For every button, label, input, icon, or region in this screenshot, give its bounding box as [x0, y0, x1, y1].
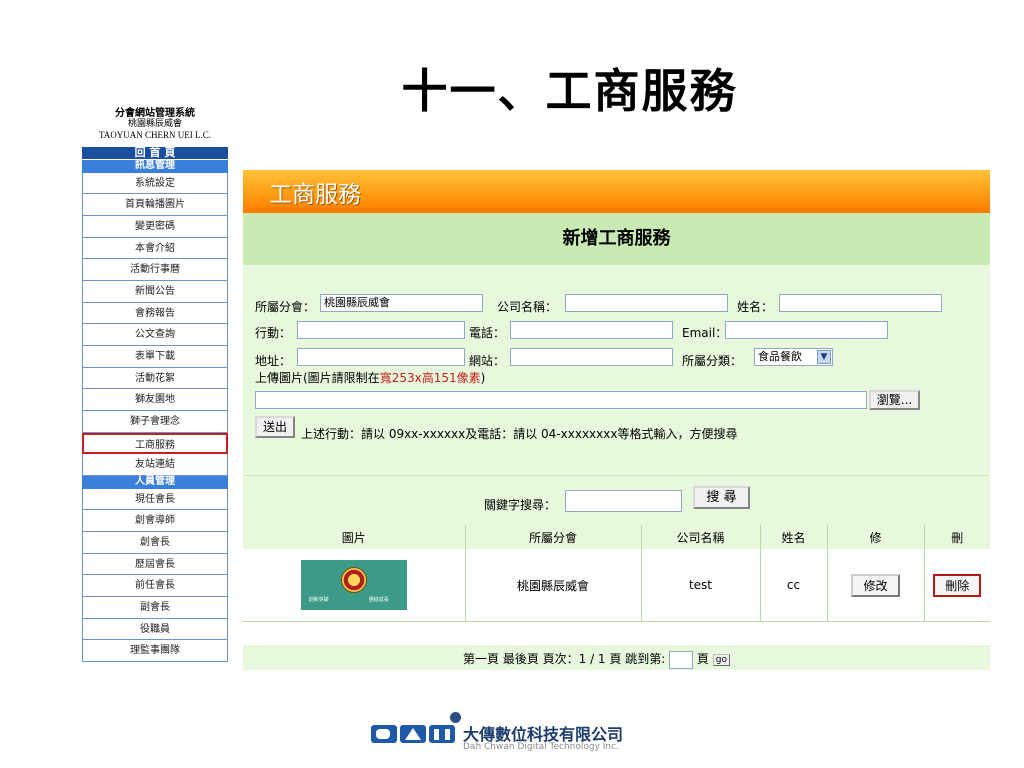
pager-text: 第一頁 最後頁 頁次：1 / 1 頁 跳到第:: [463, 652, 666, 666]
sidebar-item-reports[interactable]: 會務報告: [82, 302, 228, 325]
cell-image: 創新突破 團結成長: [243, 549, 466, 622]
delete-button[interactable]: 刪除: [933, 573, 982, 597]
mobile-label: 行動：: [255, 326, 292, 340]
upload-label: 上傳圖片(圖片請限制在寬253x高151像素): [255, 371, 486, 385]
sidebar-item-business-services[interactable]: 工商服務: [82, 432, 228, 455]
form-title: 新增工商服務: [562, 228, 671, 249]
sidebar-item-links[interactable]: 友站連結: [82, 454, 228, 477]
company-thumbnail: 創新突破 團結成長: [300, 560, 407, 610]
form-title-bar: 新增工商服務: [243, 213, 990, 265]
search-bar: 關鍵字搜尋： 搜 尋: [243, 475, 990, 526]
search-label: 關鍵字搜尋：: [484, 498, 557, 512]
email-label: Email：: [682, 326, 728, 340]
address-label: 地址：: [255, 354, 292, 368]
branch-label: 所屬分會：: [255, 300, 316, 314]
sidebar-item-founding-president[interactable]: 創會長: [82, 532, 228, 554]
sidebar-item-board[interactable]: 理監事團隊: [82, 640, 228, 663]
name-label: 姓名：: [737, 300, 774, 314]
cell-company: test: [641, 549, 761, 622]
sidebar-item-vice-president[interactable]: 副會長: [82, 597, 228, 619]
category-select[interactable]: 食品餐飲 ▼: [754, 348, 833, 366]
table-row: 創新突破 團結成長 桃園縣辰威會 test cc 修改 刪除: [243, 549, 990, 622]
company-input[interactable]: [565, 294, 728, 312]
org-name-en: TAOYUAN CHERN UEI L.C.: [98, 130, 212, 140]
sidebar-item-past-presidents[interactable]: 歷屆會長: [82, 553, 228, 576]
sidebar: 回 首 頁 訊息管理 系統設定 首頁輪播圖片 變更密碼 本會介紹 活動行事曆 新…: [82, 147, 228, 663]
thumb-caption-left: 創新突破: [308, 597, 329, 603]
edit-button[interactable]: 修改: [851, 573, 900, 597]
sidebar-item-former-president[interactable]: 前任會長: [82, 575, 228, 598]
col-header-edit: 修: [827, 525, 925, 549]
panel-header: 工商服務: [243, 170, 990, 213]
sidebar-item-officers[interactable]: 役職員: [82, 618, 228, 641]
cell-branch: 桃園縣辰威會: [465, 549, 642, 622]
sidebar-item-lions-garden[interactable]: 獅友園地: [82, 389, 228, 412]
pager-row: 第一頁 最後頁 頁次：1 / 1 頁 跳到第: 頁 go: [463, 650, 730, 669]
phone-label: 電話：: [469, 326, 506, 340]
col-header-branch: 所屬分會: [465, 525, 642, 549]
sidebar-item-forms[interactable]: 表單下載: [82, 346, 228, 368]
cell-delete: 刪除: [924, 549, 990, 622]
mobile-input[interactable]: [297, 321, 465, 339]
sidebar-category-message: 訊息管理: [82, 160, 228, 173]
sidebar-item-carousel[interactable]: 首頁輪播圖片: [82, 194, 228, 216]
cell-name: cc: [760, 549, 828, 622]
panel-header-title: 工商服務: [269, 182, 361, 208]
org-name: 桃園縣辰威會: [127, 119, 182, 129]
page-jump-input[interactable]: [669, 650, 694, 669]
logo-globe-icon: [450, 712, 461, 723]
chevron-down-icon[interactable]: ▼: [817, 350, 831, 364]
sidebar-item-lions-ideals[interactable]: 獅子會理念: [82, 411, 228, 433]
system-title: 分會網站管理系統: [115, 108, 195, 119]
address-input[interactable]: [297, 348, 465, 366]
sidebar-item-system-settings[interactable]: 系統設定: [82, 172, 228, 195]
name-input[interactable]: [779, 294, 942, 312]
lions-emblem-icon: [340, 567, 367, 593]
add-form: 所屬分會： 桃園縣辰威會 公司名稱： 姓名： 行動： 電話： Email： 地址…: [243, 265, 990, 475]
pager: 第一頁 最後頁 頁次：1 / 1 頁 跳到第: 頁 go: [243, 645, 990, 670]
table-header-row: 圖片 所屬分會 公司名稱 姓名 修 刪: [243, 525, 990, 549]
slide-title: 十一、工商服務: [401, 64, 738, 118]
category-label: 所屬分類：: [682, 354, 743, 368]
sidebar-item-change-password[interactable]: 變更密碼: [82, 215, 228, 238]
dah-logo-icon: [371, 725, 455, 743]
branch-input[interactable]: 桃園縣辰威會: [320, 294, 483, 312]
company-label: 公司名稱：: [497, 300, 558, 314]
file-path-input[interactable]: [255, 391, 867, 409]
submit-button[interactable]: 送出: [255, 416, 295, 438]
go-button[interactable]: go: [712, 653, 730, 666]
sidebar-header: 分會網站管理系統 桃園縣辰威會 TAOYUAN CHERN UEI L.C.: [82, 108, 228, 141]
sidebar-item-current-president[interactable]: 現任會長: [82, 488, 228, 511]
col-header-delete: 刪: [924, 525, 990, 549]
col-header-name: 姓名: [760, 525, 828, 549]
phone-input[interactable]: [510, 321, 673, 339]
sidebar-item-gallery[interactable]: 活動花絮: [82, 367, 228, 390]
page-suffix: 頁: [696, 652, 709, 666]
search-input[interactable]: [565, 490, 682, 512]
input-hint: 上述行動：請以 09xx-xxxxxx及電話：請以 04-xxxxxxxx等格式…: [301, 427, 738, 441]
col-header-company: 公司名稱: [641, 525, 761, 549]
cell-edit: 修改: [827, 549, 925, 622]
sidebar-item-news[interactable]: 新聞公告: [82, 280, 228, 303]
browse-button[interactable]: 瀏覽...: [869, 390, 920, 410]
upload-size-limit: 寬253x高151像素: [379, 371, 481, 385]
sidebar-item-documents[interactable]: 公文查詢: [82, 324, 228, 346]
sidebar-category-people: 人員管理: [82, 476, 228, 489]
company-name-en: Dah Chwan Digital Technology Inc.: [463, 742, 619, 752]
website-input[interactable]: [510, 348, 673, 366]
sidebar-home-link[interactable]: 回 首 頁: [82, 147, 228, 160]
email-input[interactable]: [725, 321, 888, 339]
col-header-image: 圖片: [243, 525, 466, 549]
company-logo: 大傳數位科技有限公司 Dah Chwan Digital Technology …: [371, 712, 691, 756]
website-label: 網站：: [469, 354, 506, 368]
services-table: 圖片 所屬分會 公司名稱 姓名 修 刪 創新突破 團結成長 桃園縣辰威會 tes…: [243, 525, 990, 622]
category-value: 食品餐飲: [758, 350, 802, 363]
sidebar-item-founding-mentor[interactable]: 創會導師: [82, 510, 228, 532]
thumb-caption-right: 團結成長: [368, 597, 389, 603]
sidebar-item-calendar[interactable]: 活動行事曆: [82, 259, 228, 281]
search-button[interactable]: 搜 尋: [693, 486, 750, 509]
sidebar-item-about[interactable]: 本會介紹: [82, 237, 228, 260]
